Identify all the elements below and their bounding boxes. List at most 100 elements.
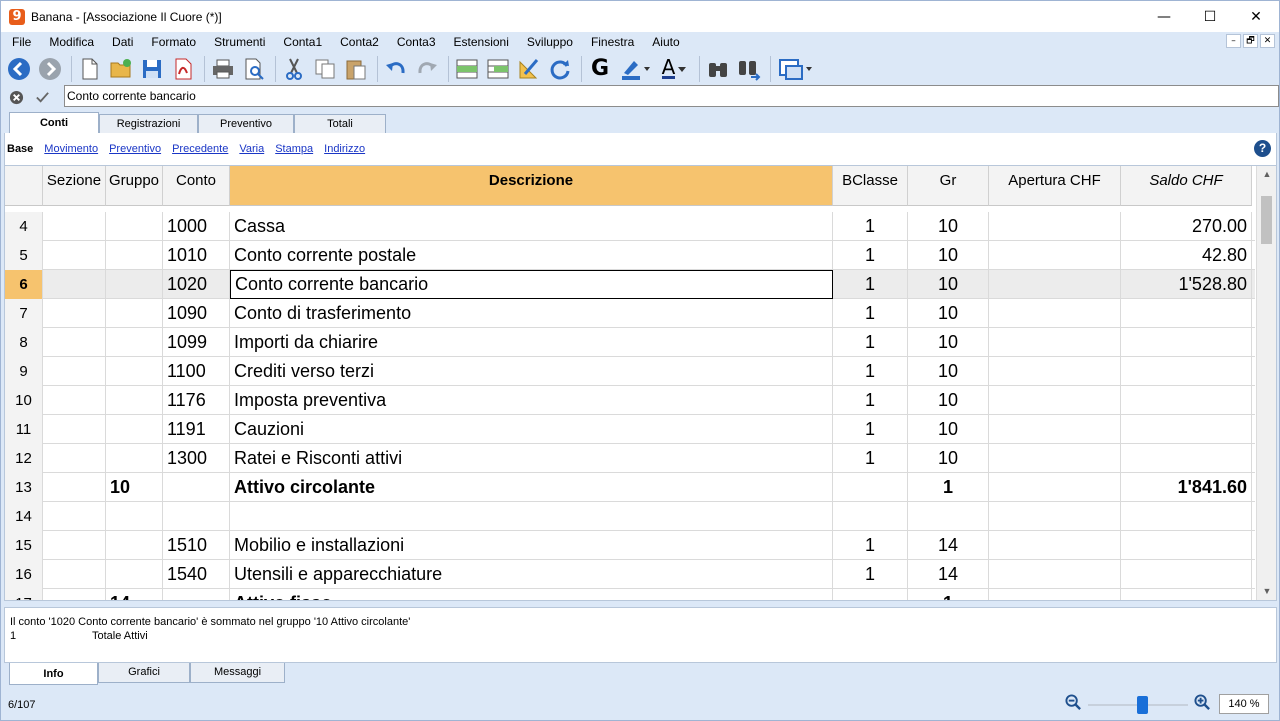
- menu-conta1[interactable]: Conta1: [274, 35, 331, 49]
- zoom-level[interactable]: 140 %: [1219, 694, 1269, 714]
- find-icon[interactable]: [704, 55, 732, 83]
- vertical-scrollbar[interactable]: ▲ ▼: [1256, 166, 1276, 600]
- cell-gruppo[interactable]: [106, 386, 163, 415]
- table-row[interactable]: 13 10 Attivo circolante 1 1'841.60: [5, 473, 1255, 502]
- view-stampa[interactable]: Stampa: [275, 143, 313, 155]
- cell-gruppo[interactable]: [106, 270, 163, 299]
- cell-bclasse[interactable]: 1: [833, 415, 908, 444]
- cell-apertura[interactable]: [989, 328, 1121, 357]
- highlight-color-icon[interactable]: [617, 55, 653, 83]
- view-base[interactable]: Base: [7, 143, 33, 155]
- cell-apertura[interactable]: [989, 502, 1121, 531]
- cell-conto[interactable]: [163, 473, 230, 502]
- print-preview-icon[interactable]: [240, 55, 268, 83]
- cell-apertura[interactable]: [989, 299, 1121, 328]
- doc-minimize-button[interactable]: –: [1226, 34, 1241, 48]
- menu-aiuto[interactable]: Aiuto: [643, 35, 688, 49]
- cell-descrizione[interactable]: Importi da chiarire: [230, 328, 833, 357]
- undo-icon[interactable]: [382, 55, 410, 83]
- scroll-up-icon[interactable]: ▲: [1257, 166, 1276, 183]
- cell-apertura[interactable]: [989, 241, 1121, 270]
- tab-totali[interactable]: Totali: [294, 114, 386, 133]
- tab-messaggi[interactable]: Messaggi: [190, 663, 285, 683]
- table-row[interactable]: 4 1000 Cassa 1 10 270.00: [5, 212, 1255, 241]
- cell-apertura[interactable]: [989, 473, 1121, 502]
- menu-conta2[interactable]: Conta2: [331, 35, 388, 49]
- cell-gr[interactable]: 14: [908, 531, 989, 560]
- cell-apertura[interactable]: [989, 589, 1121, 600]
- cell-sezione[interactable]: [43, 270, 106, 299]
- cell-saldo[interactable]: [1121, 386, 1252, 415]
- header-gruppo[interactable]: Gruppo: [106, 166, 163, 206]
- view-indirizzo[interactable]: Indirizzo: [324, 143, 365, 155]
- cell-gr[interactable]: 10: [908, 357, 989, 386]
- cell-gr[interactable]: 10: [908, 386, 989, 415]
- cell-saldo[interactable]: 1'841.60: [1121, 473, 1252, 502]
- insert-rows-icon[interactable]: [453, 55, 481, 83]
- zoom-out-icon[interactable]: [1065, 694, 1082, 714]
- bold-icon[interactable]: G: [586, 55, 614, 83]
- maximize-button[interactable]: ☐: [1187, 1, 1233, 32]
- table-row[interactable]: 11 1191 Cauzioni 1 10: [5, 415, 1255, 444]
- menu-file[interactable]: File: [1, 35, 40, 49]
- scroll-down-icon[interactable]: ▼: [1257, 583, 1276, 600]
- tab-conti[interactable]: Conti: [9, 112, 99, 133]
- cell-sezione[interactable]: [43, 415, 106, 444]
- cell-bclasse[interactable]: 1: [833, 270, 908, 299]
- pdf-icon[interactable]: [169, 55, 197, 83]
- cell-edit-input[interactable]: [64, 85, 1279, 107]
- delete-rows-icon[interactable]: [484, 55, 512, 83]
- menu-sviluppo[interactable]: Sviluppo: [518, 35, 582, 49]
- cell-saldo[interactable]: [1121, 444, 1252, 473]
- cancel-edit-icon[interactable]: [5, 86, 27, 108]
- table-row[interactable]: 17 14 Attivo fisso 1: [5, 589, 1255, 600]
- cell-bclasse[interactable]: 1: [833, 386, 908, 415]
- menu-formato[interactable]: Formato: [142, 35, 205, 49]
- zoom-in-icon[interactable]: [1194, 694, 1211, 714]
- cell-bclasse[interactable]: 1: [833, 444, 908, 473]
- view-precedente[interactable]: Precedente: [172, 143, 228, 155]
- back-icon[interactable]: [5, 55, 33, 83]
- cell-apertura[interactable]: [989, 415, 1121, 444]
- cell-descrizione[interactable]: Attivo circolante: [230, 473, 833, 502]
- view-preventivo[interactable]: Preventivo: [109, 143, 161, 155]
- table-row[interactable]: 14: [5, 502, 1255, 531]
- cell-gruppo[interactable]: 10: [106, 473, 163, 502]
- table-row[interactable]: 7 1090 Conto di trasferimento 1 10: [5, 299, 1255, 328]
- cell-gr[interactable]: [908, 502, 989, 531]
- view-movimento[interactable]: Movimento: [44, 143, 98, 155]
- redo-icon[interactable]: [413, 55, 441, 83]
- cell-descrizione[interactable]: Crediti verso terzi: [230, 357, 833, 386]
- cell-descrizione[interactable]: Cauzioni: [230, 415, 833, 444]
- cell-gruppo[interactable]: 14: [106, 589, 163, 600]
- cell-sezione[interactable]: [43, 386, 106, 415]
- recalculate-icon[interactable]: [546, 55, 574, 83]
- cell-sezione[interactable]: [43, 560, 106, 589]
- cell-gruppo[interactable]: [106, 502, 163, 531]
- cell-sezione[interactable]: [43, 502, 106, 531]
- cell-saldo[interactable]: [1121, 357, 1252, 386]
- header-sezione[interactable]: Sezione: [43, 166, 106, 206]
- cell-gr[interactable]: 14: [908, 560, 989, 589]
- cell-apertura[interactable]: [989, 212, 1121, 241]
- cell-conto[interactable]: 1010: [163, 241, 230, 270]
- cell-saldo[interactable]: [1121, 328, 1252, 357]
- cell-sezione[interactable]: [43, 473, 106, 502]
- menu-conta3[interactable]: Conta3: [388, 35, 445, 49]
- cell-conto[interactable]: 1191: [163, 415, 230, 444]
- close-button[interactable]: ✕: [1233, 1, 1279, 32]
- cell-gr[interactable]: 1: [908, 473, 989, 502]
- find-replace-icon[interactable]: [735, 55, 763, 83]
- header-bclasse[interactable]: BClasse: [833, 166, 908, 206]
- table-row[interactable]: 10 1176 Imposta preventiva 1 10: [5, 386, 1255, 415]
- cell-gr[interactable]: 10: [908, 270, 989, 299]
- cell-gruppo[interactable]: [106, 560, 163, 589]
- table-row[interactable]: 15 1510 Mobilio e installazioni 1 14: [5, 531, 1255, 560]
- cell-gr[interactable]: 10: [908, 212, 989, 241]
- cell-descrizione[interactable]: Ratei e Risconti attivi: [230, 444, 833, 473]
- table-row[interactable]: 5 1010 Conto corrente postale 1 10 42.80: [5, 241, 1255, 270]
- header-apertura[interactable]: Apertura CHF: [989, 166, 1121, 206]
- cell-conto[interactable]: 1020: [163, 270, 230, 299]
- paste-icon[interactable]: [342, 55, 370, 83]
- save-icon[interactable]: [138, 55, 166, 83]
